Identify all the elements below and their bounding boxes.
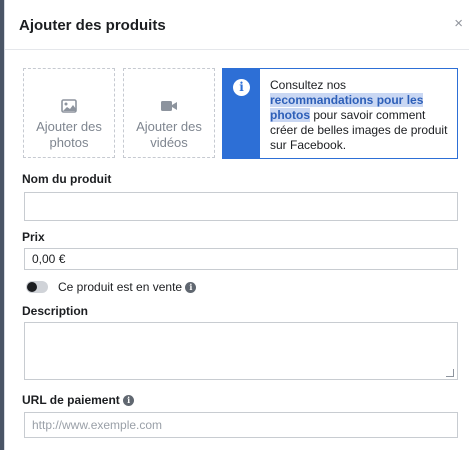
on-sale-toggle[interactable]	[26, 281, 48, 293]
on-sale-text: Ce produit est en vente	[58, 280, 183, 294]
dialog-title: Ajouter des produits	[19, 17, 166, 34]
payment-url-info-icon[interactable]: i	[123, 395, 135, 406]
photo-tips-notice: i Consultez nos recommandations pour les…	[222, 68, 458, 159]
video-camera-icon	[124, 99, 214, 113]
on-sale-label: Ce produit est en vente i	[58, 280, 197, 294]
product-name-input[interactable]	[24, 192, 458, 221]
close-icon[interactable]: ×	[454, 15, 463, 32]
dialog-header: Ajouter des produits ×	[5, 0, 469, 50]
resize-handle-icon[interactable]	[446, 369, 454, 377]
info-icon: i	[233, 79, 250, 96]
price-input[interactable]: 0,00 €	[24, 248, 458, 270]
info-text: Consultez nos recommandations pour les p…	[270, 78, 451, 153]
add-videos-button[interactable]: Ajouter des vidéos	[123, 68, 215, 158]
payment-url-input[interactable]: http://www.exemple.com	[24, 412, 458, 438]
product-name-label: Nom du produit	[22, 172, 112, 186]
on-sale-info-icon[interactable]: i	[185, 282, 197, 293]
add-photos-button[interactable]: Ajouter des photos	[23, 68, 115, 158]
payment-url-label: URL de paiement i	[22, 393, 135, 407]
add-videos-label: Ajouter des vidéos	[136, 119, 202, 150]
info-text-before: Consultez nos	[270, 78, 347, 92]
info-sidebar: i	[223, 69, 260, 158]
image-icon	[24, 99, 114, 113]
price-label: Prix	[22, 230, 45, 244]
payment-url-text: URL de paiement	[22, 393, 120, 407]
toggle-knob	[27, 282, 37, 292]
description-textarea[interactable]	[24, 322, 458, 380]
description-label: Description	[22, 304, 89, 318]
add-photos-label: Ajouter des photos	[36, 119, 102, 150]
